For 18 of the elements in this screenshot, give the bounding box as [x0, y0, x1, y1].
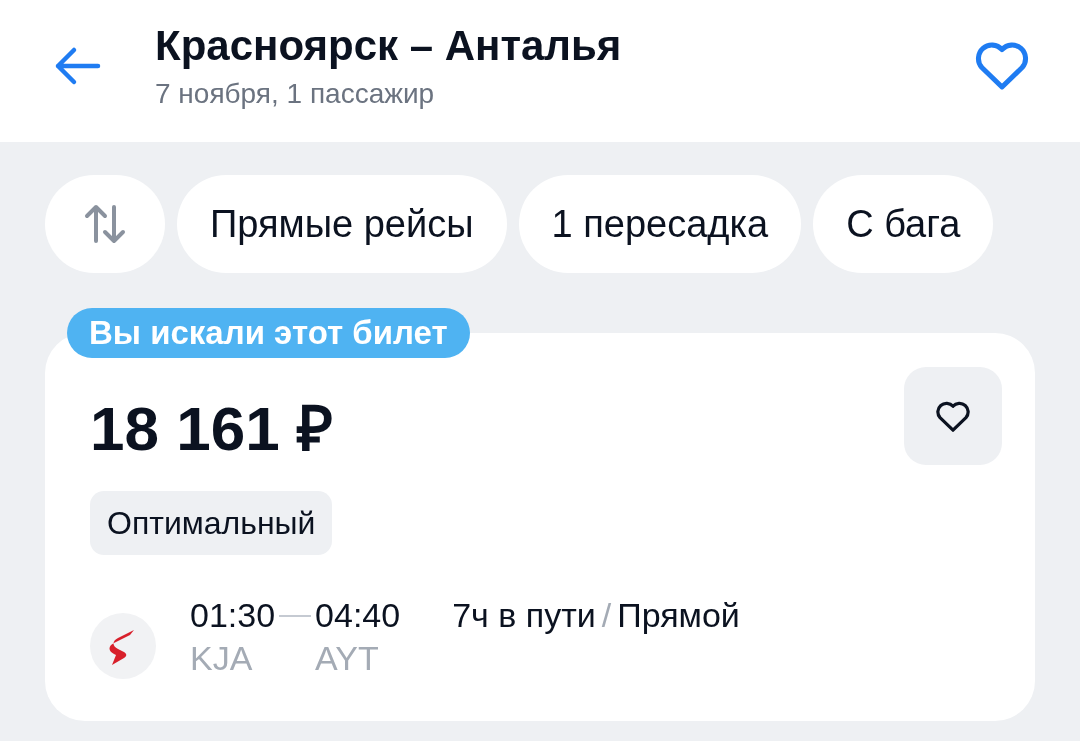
route-type: Прямой: [617, 595, 740, 635]
heart-icon: [935, 399, 971, 433]
arrival-airport-code: AYT: [315, 638, 380, 679]
optimal-tag: Оптимальный: [90, 491, 333, 555]
departure-airport-code: KJA: [190, 638, 254, 679]
arrival-time: 04:40: [315, 595, 401, 635]
search-history-badge: Вы искали этот билет: [67, 308, 470, 358]
ticket-price: 18 161 ₽: [90, 394, 333, 464]
favorite-button[interactable]: [904, 367, 1002, 465]
trip-details: 7 ноября, 1 пассажир: [155, 77, 436, 111]
filter-chip[interactable]: Прямые рейсы: [177, 175, 507, 273]
separator: /: [601, 595, 612, 635]
filter-chip[interactable]: С бага: [813, 175, 994, 273]
departure-time: 01:30: [190, 595, 276, 635]
flight-duration: 7ч в пути: [452, 595, 596, 635]
filter-chip[interactable]: 1 пересадка: [518, 175, 802, 273]
route-title: Красноярск – Анталья: [155, 21, 623, 71]
airline-logo-icon: [90, 613, 156, 679]
